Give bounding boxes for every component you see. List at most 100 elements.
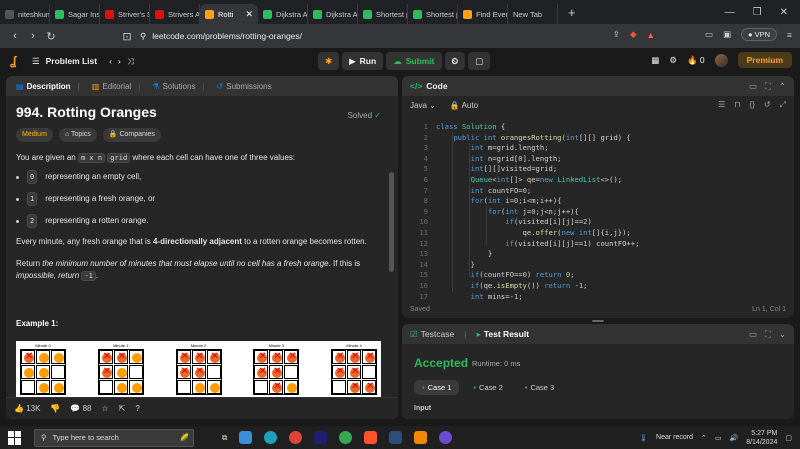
forward-icon[interactable]: › (24, 30, 42, 42)
tab-testcase[interactable]: ☑ Testcase (410, 329, 454, 340)
clock-time: 5:27 PM (751, 429, 778, 437)
shuffle-icon[interactable]: ⤨ (127, 56, 134, 67)
browser-tab[interactable]: Find Even (458, 4, 508, 24)
reset-icon[interactable]: ↺ (764, 100, 771, 110)
premium-button[interactable]: Premium (737, 52, 792, 68)
maximize-icon[interactable]: ❐ (753, 7, 762, 18)
bullet-code: 2 (27, 214, 38, 228)
edge-icon[interactable] (264, 431, 278, 444)
menu-icon[interactable]: ≡ (787, 30, 792, 40)
code-editor[interactable]: 1 class Solution {2 public int orangesRot… (402, 118, 794, 301)
dislike-icon[interactable]: 👎 (50, 404, 60, 413)
reload-icon[interactable]: ↻ (42, 30, 60, 43)
settings-icon[interactable]: ⚙ (669, 55, 677, 66)
companies-badge[interactable]: 🔒 Companies (102, 128, 161, 142)
windows-start-icon[interactable] (8, 430, 22, 445)
bookmark-icon[interactable]: ⊡ (118, 30, 136, 43)
volume-icon[interactable]: 🔊 (730, 434, 739, 442)
intellij-icon[interactable] (314, 431, 328, 444)
maximize-panel-icon[interactable]: ⛶ (765, 81, 771, 92)
minimize-icon[interactable]: — (725, 7, 735, 18)
share-icon[interactable]: ⇪ (613, 29, 620, 40)
line-number: 1 (423, 122, 428, 131)
debug-button[interactable]: ✱ (318, 52, 340, 70)
tab-submissions[interactable]: ↺ Submissions (213, 82, 276, 91)
leetcode-logo-icon[interactable]: ʆ (10, 54, 24, 68)
browser-tab[interactable]: Shortest p (408, 4, 458, 24)
notes-button[interactable]: ▢ (468, 52, 491, 70)
minimize-panel-icon[interactable]: ▭ (749, 329, 757, 340)
taskbar-search[interactable]: ⚲ Type here to search 🌽 (34, 428, 194, 447)
bookmark-icon[interactable]: ⊓ (734, 100, 740, 110)
browser-tab[interactable]: Striver's S (100, 4, 150, 24)
network-icon[interactable]: ▭ (715, 434, 722, 442)
rewards-icon[interactable]: ▲ (647, 30, 655, 40)
format-icon[interactable]: ☰ (718, 100, 725, 110)
prev-problem-icon[interactable]: ‹ (109, 56, 112, 66)
streak-counter[interactable]: 🔥 0 (687, 55, 705, 66)
comments-button[interactable]: 💬 88 (70, 404, 91, 413)
case-tab[interactable]: • Case 1 (414, 380, 460, 395)
url-field[interactable]: ⚲ leetcode.com/problems/rotting-oranges/ (140, 28, 610, 44)
close-tab-icon[interactable]: ✕ (245, 9, 253, 20)
chevron-down-icon[interactable]: ⌄ (779, 329, 786, 340)
browser-tab[interactable]: niteshkuma (0, 4, 50, 24)
star-icon[interactable]: ☆ (101, 404, 108, 413)
explorer-icon[interactable] (239, 431, 253, 444)
braces-icon[interactable]: {} (750, 100, 755, 110)
help-icon[interactable]: ? (135, 404, 139, 413)
tab-editorial[interactable]: ▥ Editorial | (88, 82, 145, 91)
vpn-button[interactable]: ● VPN (740, 28, 778, 41)
difficulty-badge[interactable]: Medium (16, 128, 53, 142)
sidebar-icon[interactable]: ▭ (705, 29, 713, 40)
notifications-icon[interactable]: ▢ (785, 434, 792, 442)
browser-tab[interactable]: Dijkstra A (258, 4, 308, 24)
vlc-icon[interactable] (414, 431, 428, 444)
browser-tab[interactable]: Dijkstra A (308, 4, 358, 24)
like-button[interactable]: 👍 13K (14, 404, 40, 413)
new-tab-button[interactable]: + (558, 5, 586, 20)
app-icon[interactable] (439, 431, 453, 444)
case-tab[interactable]: • Case 3 (517, 380, 562, 395)
browser-tab[interactable]: Strivers A (150, 4, 200, 24)
layout-icon[interactable]: ▦ (651, 55, 659, 66)
panel-resize-handle[interactable] (592, 320, 604, 322)
next-problem-icon[interactable]: › (118, 56, 121, 66)
site-info-icon[interactable]: ⚲ (140, 31, 146, 42)
share-icon[interactable]: ⇱ (119, 404, 126, 413)
browser-tab[interactable]: New Tab (508, 4, 558, 24)
scrollbar[interactable] (389, 172, 394, 272)
chevron-up-icon[interactable]: ⌃ (779, 81, 786, 92)
maximize-panel-icon[interactable]: ⛶ (765, 329, 771, 340)
browser-tab[interactable]: Shortest p (358, 4, 408, 24)
brave-shield-icon[interactable]: ◆ (630, 29, 637, 40)
back-icon[interactable]: ‹ (6, 30, 24, 42)
rotten-orange-cell (347, 350, 361, 364)
auto-toggle[interactable]: 🔒 Auto (450, 101, 478, 110)
submit-button[interactable]: ☁ Submit (386, 52, 442, 70)
timer-button[interactable]: ⏲ (444, 52, 466, 70)
language-select[interactable]: Java ⌄ (410, 101, 436, 110)
chrome-profile-icon[interactable] (339, 431, 353, 444)
tab-test-result[interactable]: ▸ Test Result (477, 329, 529, 340)
tab-solutions[interactable]: ⚗ Solutions | (148, 82, 208, 91)
vscode-icon[interactable] (389, 431, 403, 444)
topics-badge[interactable]: ⌂ Topics (58, 128, 97, 142)
weather-label[interactable]: Near record (656, 434, 693, 441)
case-tab[interactable]: • Case 2 (465, 380, 510, 395)
fullscreen-icon[interactable]: ⤢ (780, 100, 786, 110)
minimize-panel-icon[interactable]: ▭ (749, 81, 757, 92)
tab-description[interactable]: ▤ Description | (12, 82, 84, 91)
avatar[interactable] (714, 53, 728, 67)
chevron-up-icon[interactable]: ⌃ (701, 434, 707, 442)
browser-tab[interactable]: Rotti ✕ (200, 4, 258, 24)
clock[interactable]: 5:27 PM 8/14/2024 (746, 429, 777, 447)
chrome-icon[interactable] (289, 431, 303, 444)
problem-list-nav[interactable]: ☰ Problem List ‹ › ⤨ (32, 56, 134, 67)
browser-tab[interactable]: Sagar Insta (50, 4, 100, 24)
task-view-icon[interactable]: ⧉ (222, 433, 227, 443)
close-window-icon[interactable]: ✕ (780, 7, 788, 18)
brave-icon[interactable] (364, 431, 378, 444)
wallet-icon[interactable]: ▣ (723, 29, 731, 40)
run-button[interactable]: ▶ Run (342, 52, 384, 70)
